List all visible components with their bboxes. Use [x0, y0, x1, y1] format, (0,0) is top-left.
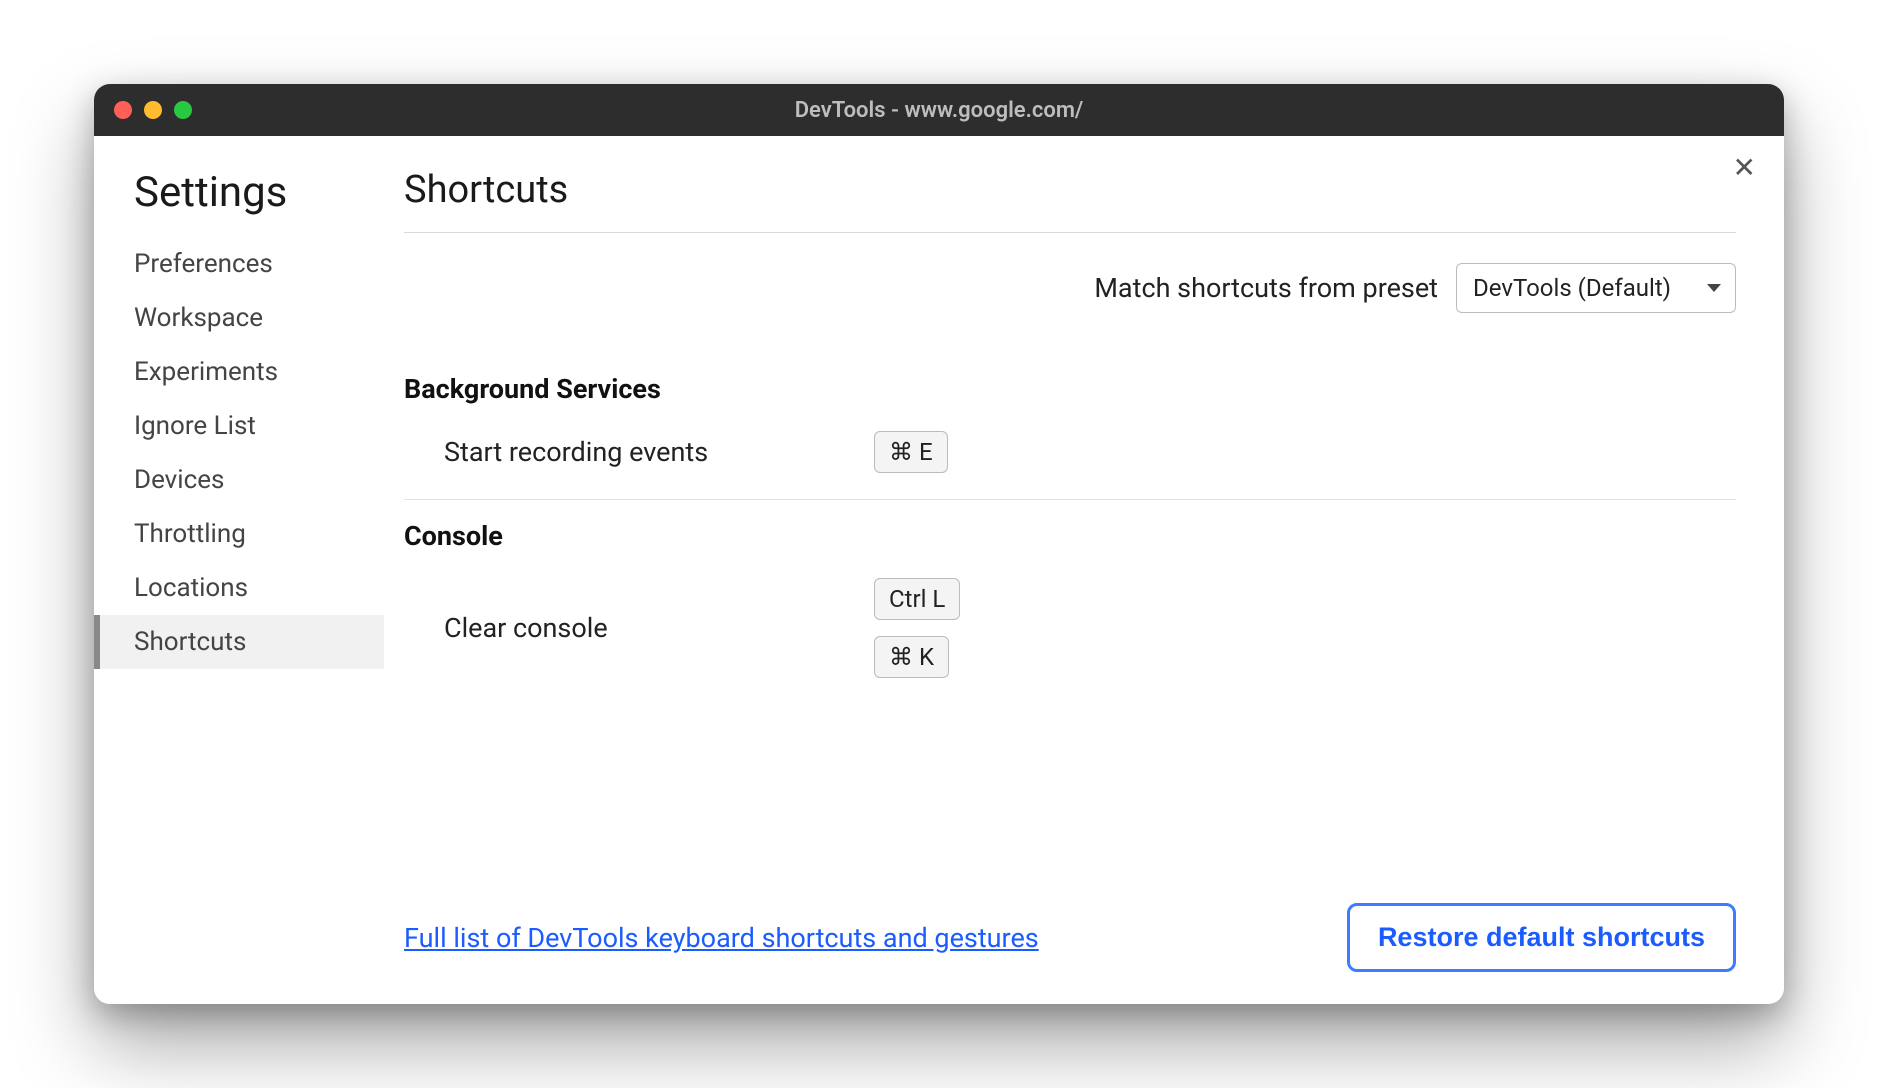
sidebar-item-locations[interactable]: Locations	[94, 561, 384, 615]
shortcut-keys: ⌘ E	[874, 431, 948, 473]
sidebar-item-workspace[interactable]: Workspace	[94, 291, 384, 345]
sidebar-heading: Settings	[134, 168, 384, 217]
page-title: Shortcuts	[404, 168, 1736, 212]
keybinding: ⌘ K	[874, 636, 949, 678]
sidebar-item-ignore-list[interactable]: Ignore List	[94, 399, 384, 453]
devtools-window: DevTools - www.google.com/ ✕ Settings Pr…	[94, 84, 1784, 1004]
divider	[404, 232, 1736, 233]
window-close-icon[interactable]	[114, 101, 132, 119]
window-minimize-icon[interactable]	[144, 101, 162, 119]
sidebar-item-devices[interactable]: Devices	[94, 453, 384, 507]
shortcut-keys: Ctrl L ⌘ K	[874, 578, 960, 678]
sidebar-item-preferences[interactable]: Preferences	[94, 237, 384, 291]
preset-row: Match shortcuts from preset DevTools (De…	[404, 263, 1736, 313]
keybinding: ⌘ E	[874, 431, 948, 473]
window-title: DevTools - www.google.com/	[94, 98, 1784, 123]
preset-label: Match shortcuts from preset	[1094, 272, 1438, 304]
preset-select[interactable]: DevTools (Default)	[1456, 263, 1736, 313]
shortcut-row-clear-console: Clear console Ctrl L ⌘ K	[404, 570, 1736, 696]
shortcut-label: Clear console	[444, 612, 874, 644]
footer-row: Full list of DevTools keyboard shortcuts…	[404, 873, 1736, 972]
shortcut-row-start-recording: Start recording events ⌘ E	[404, 423, 1736, 491]
traffic-lights	[114, 101, 192, 119]
restore-default-button[interactable]: Restore default shortcuts	[1347, 903, 1736, 972]
section-title-background-services: Background Services	[404, 373, 1736, 405]
settings-content: ✕ Settings Preferences Workspace Experim…	[94, 136, 1784, 1004]
divider	[404, 499, 1736, 500]
sidebar-item-shortcuts[interactable]: Shortcuts	[94, 615, 384, 669]
settings-sidebar: Settings Preferences Workspace Experimen…	[94, 136, 384, 1004]
full-shortcuts-link[interactable]: Full list of DevTools keyboard shortcuts…	[404, 922, 1039, 954]
keybinding: Ctrl L	[874, 578, 960, 620]
window-titlebar: DevTools - www.google.com/	[94, 84, 1784, 136]
close-button[interactable]: ✕	[1733, 154, 1756, 182]
window-zoom-icon[interactable]	[174, 101, 192, 119]
section-title-console: Console	[404, 520, 1736, 552]
sidebar-item-throttling[interactable]: Throttling	[94, 507, 384, 561]
sidebar-item-experiments[interactable]: Experiments	[94, 345, 384, 399]
preset-select-value: DevTools (Default)	[1473, 274, 1671, 302]
settings-main: Shortcuts Match shortcuts from preset De…	[384, 136, 1784, 1004]
shortcut-label: Start recording events	[444, 436, 874, 468]
chevron-down-icon	[1707, 284, 1721, 292]
